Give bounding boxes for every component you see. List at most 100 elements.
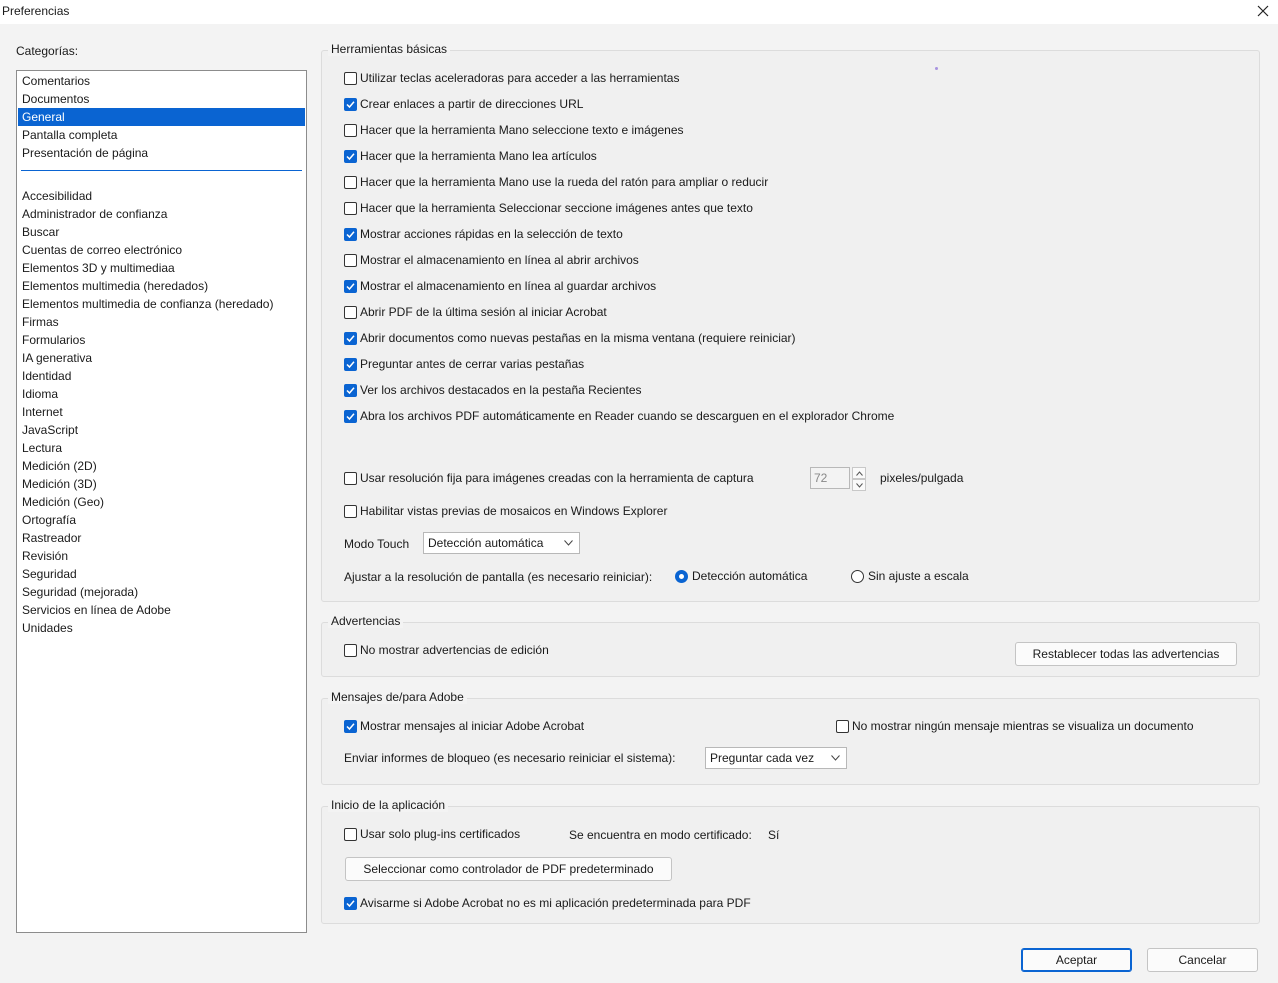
checkbox-checked[interactable] xyxy=(344,279,357,293)
option-checkbox[interactable]: Utilizar teclas aceleradoras para accede… xyxy=(344,70,679,86)
option-label: Mostrar el almacenamiento en línea al gu… xyxy=(360,279,657,293)
certified-plugins-label: Usar solo plug-ins certificados xyxy=(360,827,521,841)
radio-button[interactable] xyxy=(851,569,864,583)
checkbox-checked[interactable] xyxy=(344,227,357,241)
category-item[interactable]: Lectura xyxy=(18,439,305,457)
option-checkbox[interactable]: Preguntar antes de cerrar varias pestaña… xyxy=(344,356,584,372)
option-checkbox[interactable]: Mostrar acciones rápidas en la selección… xyxy=(344,226,623,242)
category-item[interactable]: Medición (2D) xyxy=(18,457,305,475)
checkbox-checked[interactable] xyxy=(344,97,357,111)
checkbox-checked[interactable] xyxy=(344,331,357,345)
option-label: Abrir documentos como nuevas pestañas en… xyxy=(360,331,796,345)
checkbox-box[interactable] xyxy=(344,253,357,267)
category-item[interactable]: Presentación de página xyxy=(18,144,305,162)
category-item[interactable]: Buscar xyxy=(18,223,305,241)
checkbox-box[interactable] xyxy=(344,201,357,215)
option-checkbox[interactable]: Ver los archivos destacados en la pestañ… xyxy=(344,382,642,398)
checkbox-checked[interactable] xyxy=(344,896,357,910)
ok-button[interactable]: Aceptar xyxy=(1021,948,1132,972)
option-checkbox[interactable]: Mostrar el almacenamiento en línea al ab… xyxy=(344,252,639,268)
category-item[interactable]: IA generativa xyxy=(18,349,305,367)
checkbox-box[interactable] xyxy=(836,719,849,733)
touch-mode-select[interactable]: Detección automática xyxy=(423,532,580,554)
option-checkbox[interactable]: Abrir PDF de la última sesión al iniciar… xyxy=(344,304,607,320)
option-checkbox[interactable]: Hacer que la herramienta Mano use la rue… xyxy=(344,174,768,190)
category-item[interactable]: Unidades xyxy=(18,619,305,637)
option-checkbox[interactable]: Crear enlaces a partir de direcciones UR… xyxy=(344,96,583,112)
category-item[interactable]: Medición (3D) xyxy=(18,475,305,493)
category-item[interactable]: General xyxy=(18,108,305,126)
notify-default-checkbox[interactable]: Avisarme si Adobe Acrobat no es mi aplic… xyxy=(344,895,751,911)
stepper-up-icon[interactable] xyxy=(852,467,866,479)
checkbox-box[interactable] xyxy=(344,123,357,137)
category-item[interactable]: Medición (Geo) xyxy=(18,493,305,511)
category-item[interactable]: Elementos multimedia (heredados) xyxy=(18,277,305,295)
checkbox-box[interactable] xyxy=(344,471,357,485)
category-item[interactable]: Documentos xyxy=(18,90,305,108)
category-item[interactable]: Idioma xyxy=(18,385,305,403)
category-item[interactable]: Elementos multimedia de confianza (hered… xyxy=(18,295,305,313)
category-item[interactable]: Servicios en línea de Adobe xyxy=(18,601,305,619)
no-messages-viewing-label: No mostrar ningún mensaje mientras se vi… xyxy=(852,719,1194,733)
window-title: Preferencias xyxy=(2,4,70,18)
fixed-resolution-checkbox[interactable]: Usar resolución fija para imágenes cread… xyxy=(344,470,754,486)
cancel-button[interactable]: Cancelar xyxy=(1147,948,1258,972)
chevron-down-icon xyxy=(564,540,573,546)
category-item[interactable]: Cuentas de correo electrónico xyxy=(18,241,305,259)
category-item[interactable]: Accesibilidad xyxy=(18,187,305,205)
checkbox-box[interactable] xyxy=(344,504,357,518)
category-item[interactable]: Internet xyxy=(18,403,305,421)
category-item[interactable]: JavaScript xyxy=(18,421,305,439)
checkbox-checked[interactable] xyxy=(344,409,357,423)
category-item[interactable]: Ortografía xyxy=(18,511,305,529)
option-label: Crear enlaces a partir de direcciones UR… xyxy=(360,97,584,111)
touch-mode-value: Detección automática xyxy=(428,536,544,550)
stepper-down-icon[interactable] xyxy=(852,479,866,491)
checkbox-box[interactable] xyxy=(344,643,357,657)
option-checkbox[interactable]: Hacer que la herramienta Mano lea artícu… xyxy=(344,148,597,164)
category-item[interactable]: Seguridad (mejorada) xyxy=(18,583,305,601)
category-item[interactable]: Comentarios xyxy=(18,72,305,90)
default-pdf-handler-button[interactable]: Seleccionar como controlador de PDF pred… xyxy=(345,857,672,881)
checkbox-checked[interactable] xyxy=(344,719,357,733)
resolution-input[interactable]: 72 xyxy=(810,467,850,489)
category-item[interactable]: Firmas xyxy=(18,313,305,331)
radio-no-scale[interactable]: Sin ajuste a escala xyxy=(851,569,969,583)
category-item[interactable]: Pantalla completa xyxy=(18,126,305,144)
option-checkbox[interactable]: Abra los archivos PDF automáticamente en… xyxy=(344,408,894,424)
show-messages-checkbox[interactable]: Mostrar mensajes al iniciar Adobe Acroba… xyxy=(344,718,584,734)
crash-reports-select[interactable]: Preguntar cada vez xyxy=(705,747,847,769)
reset-warnings-button[interactable]: Restablecer todas las advertencias xyxy=(1015,642,1237,666)
close-icon[interactable] xyxy=(1253,1,1273,21)
checkbox-checked[interactable] xyxy=(344,357,357,371)
category-item[interactable]: Rastreador xyxy=(18,529,305,547)
checkbox-box[interactable] xyxy=(344,175,357,189)
startup-title: Inicio de la aplicación xyxy=(328,798,449,812)
option-checkbox[interactable]: Abrir documentos como nuevas pestañas en… xyxy=(344,330,796,346)
no-messages-viewing-checkbox[interactable]: No mostrar ningún mensaje mientras se vi… xyxy=(836,718,1194,734)
resolution-stepper[interactable] xyxy=(852,467,866,491)
screen-scale-label: Ajustar a la resolución de pantalla (es … xyxy=(344,570,653,584)
category-item[interactable]: Identidad xyxy=(18,367,305,385)
radio-button-selected[interactable] xyxy=(675,569,688,583)
option-checkbox[interactable]: Hacer que la herramienta Seleccionar sec… xyxy=(344,200,753,216)
certified-plugins-checkbox[interactable]: Usar solo plug-ins certificados xyxy=(344,826,520,842)
option-checkbox[interactable]: Mostrar el almacenamiento en línea al gu… xyxy=(344,278,656,294)
category-item[interactable]: Revisión xyxy=(18,547,305,565)
checkbox-checked[interactable] xyxy=(344,149,357,163)
category-item[interactable]: Formularios xyxy=(18,331,305,349)
thumbnails-checkbox[interactable]: Habilitar vistas previas de mosaicos en … xyxy=(344,503,667,519)
option-label: Abrir PDF de la última sesión al iniciar… xyxy=(360,305,607,319)
option-checkbox[interactable]: Hacer que la herramienta Mano seleccione… xyxy=(344,122,684,138)
category-item[interactable]: Elementos 3D y multimediaa xyxy=(18,259,305,277)
category-item[interactable]: Seguridad xyxy=(18,565,305,583)
radio-auto-detect[interactable]: Detección automática xyxy=(675,569,807,583)
categories-list[interactable]: Comentarios Documentos General Pantalla com… xyxy=(16,70,307,933)
checkbox-box[interactable] xyxy=(344,827,357,841)
checkbox-box[interactable] xyxy=(344,71,357,85)
checkbox-checked[interactable] xyxy=(344,383,357,397)
no-edit-warnings-checkbox[interactable]: No mostrar advertencias de edición xyxy=(344,642,549,658)
checkbox-box[interactable] xyxy=(344,305,357,319)
startup-group: Inicio de la aplicación Usar solo plug-i… xyxy=(321,798,1260,924)
category-item[interactable]: Administrador de confianza xyxy=(18,205,305,223)
